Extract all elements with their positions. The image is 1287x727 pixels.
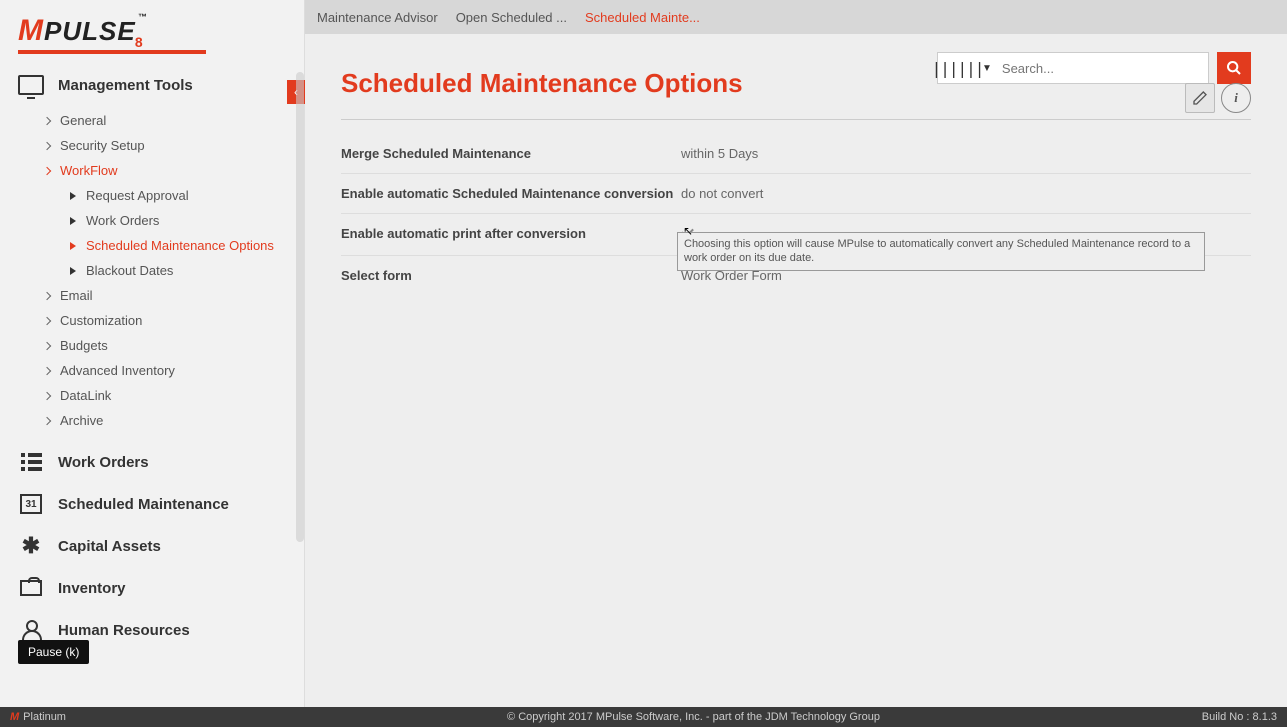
cursor-icon: ↖: [683, 224, 693, 238]
option-label: Enable automatic Scheduled Maintenance c…: [341, 186, 681, 201]
section-work-orders[interactable]: Work Orders: [0, 441, 304, 483]
chevron-right-icon: [43, 391, 51, 399]
sidebar: MPULSE ™ 8 Management Tools General Secu…: [0, 0, 305, 707]
footer-edition: Platinum: [23, 711, 66, 723]
box-icon: [20, 580, 42, 596]
barcode-icon: ||||||: [938, 59, 978, 78]
tree-security-setup[interactable]: Security Setup: [0, 133, 304, 158]
chevron-right-icon: [43, 166, 51, 174]
footer-logo: M: [10, 711, 19, 723]
tree-request-approval[interactable]: Request Approval: [0, 183, 304, 208]
monitor-icon: [18, 75, 44, 95]
section-capital-assets[interactable]: ✱ Capital Assets: [0, 525, 304, 567]
video-pause-overlay[interactable]: Pause (k): [18, 640, 89, 664]
tooltip: Choosing this option will cause MPulse t…: [677, 232, 1205, 271]
tree-budgets[interactable]: Budgets: [0, 333, 304, 358]
search-input[interactable]: [996, 61, 1208, 76]
caret-right-icon: [70, 242, 76, 250]
section-label: Management Tools: [58, 77, 193, 94]
search-button[interactable]: [1217, 52, 1251, 84]
edit-button[interactable]: [1185, 83, 1215, 113]
tree-work-orders[interactable]: Work Orders: [0, 208, 304, 233]
chevron-right-icon: [43, 291, 51, 299]
search-box: |||||| ▼: [937, 52, 1209, 84]
option-value: do not convert: [681, 186, 763, 201]
section-inventory[interactable]: Inventory: [0, 567, 304, 609]
search-dropdown-toggle[interactable]: ▼: [978, 63, 996, 74]
chevron-right-icon: [43, 341, 51, 349]
tree-blackout-dates[interactable]: Blackout Dates: [0, 258, 304, 283]
search-icon: [1226, 60, 1242, 76]
caret-right-icon: [70, 217, 76, 225]
tree-datalink[interactable]: DataLink: [0, 383, 304, 408]
caret-right-icon: [70, 192, 76, 200]
caret-right-icon: [70, 267, 76, 275]
footer-build: Build No : 8.1.3: [1077, 711, 1277, 723]
chevron-right-icon: [43, 316, 51, 324]
tree-advanced-inventory[interactable]: Advanced Inventory: [0, 358, 304, 383]
option-label: Merge Scheduled Maintenance: [341, 146, 681, 161]
person-icon: [22, 620, 40, 640]
option-row: Enable automatic Scheduled Maintenance c…: [341, 174, 1251, 214]
pencil-icon: [1192, 90, 1208, 106]
calendar-icon: 31: [20, 494, 42, 514]
logo: MPULSE ™ 8: [0, 0, 304, 64]
breadcrumb-item[interactable]: Open Scheduled ...: [456, 10, 567, 25]
chevron-right-icon: [43, 116, 51, 124]
chevron-right-icon: [43, 366, 51, 374]
main: Maintenance Advisor Open Scheduled ... S…: [305, 0, 1287, 707]
tree-customization[interactable]: Customization: [0, 308, 304, 333]
footer-copyright: © Copyright 2017 MPulse Software, Inc. -…: [310, 711, 1077, 723]
info-icon: i: [1234, 90, 1238, 106]
option-label: Select form: [341, 268, 681, 283]
tree-workflow[interactable]: WorkFlow: [0, 158, 304, 183]
tree-archive[interactable]: Archive: [0, 408, 304, 433]
footer: M Platinum © Copyright 2017 MPulse Softwa…: [0, 707, 1287, 727]
option-label: Enable automatic print after conversion: [341, 226, 681, 243]
breadcrumb: Maintenance Advisor Open Scheduled ... S…: [305, 0, 1287, 34]
sidebar-scrollbar[interactable]: [296, 72, 304, 542]
tree-email[interactable]: Email: [0, 283, 304, 308]
gear-icon: ✱: [18, 535, 44, 557]
tree-general[interactable]: General: [0, 108, 304, 133]
list-icon: [21, 453, 42, 471]
logo-mark: M: [18, 14, 44, 47]
tree-scheduled-maintenance-options[interactable]: Scheduled Maintenance Options: [0, 233, 304, 258]
option-row: Merge Scheduled Maintenance within 5 Day…: [341, 134, 1251, 174]
section-scheduled-maintenance[interactable]: 31 Scheduled Maintenance: [0, 483, 304, 525]
option-value: within 5 Days: [681, 146, 758, 161]
management-tree: General Security Setup WorkFlow Request …: [0, 106, 304, 441]
info-button[interactable]: i: [1221, 83, 1251, 113]
breadcrumb-item[interactable]: Maintenance Advisor: [317, 10, 438, 25]
chevron-right-icon: [43, 141, 51, 149]
chevron-right-icon: [43, 416, 51, 424]
section-management-tools[interactable]: Management Tools: [0, 64, 304, 106]
breadcrumb-item-active[interactable]: Scheduled Mainte...: [585, 10, 700, 25]
page-title: Scheduled Maintenance Options: [341, 60, 743, 113]
